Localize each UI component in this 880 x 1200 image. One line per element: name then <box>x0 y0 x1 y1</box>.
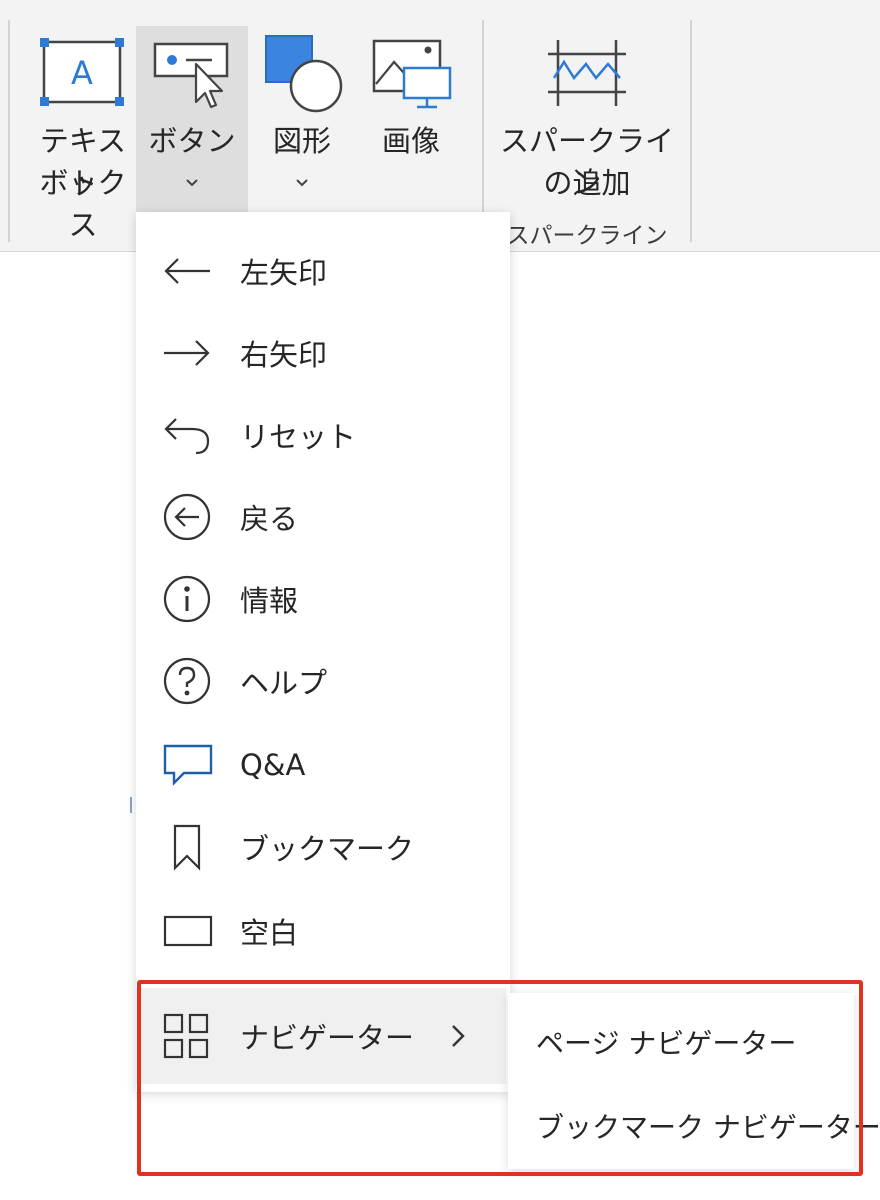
submenu-item-label: ブックマーク ナビゲーター <box>536 1111 880 1144</box>
image-icon <box>372 39 452 109</box>
add-sparkline-button[interactable]: スパークライン の追加 <box>498 26 676 212</box>
textbox-icon: A <box>40 38 124 106</box>
button-dropdown-button[interactable]: ボタン <box>136 26 248 212</box>
menu-item-info[interactable]: 情報 <box>136 558 510 640</box>
help-icon <box>163 657 211 705</box>
bookmark-icon <box>173 824 201 871</box>
menu-item-label: 左矢印 <box>240 256 328 290</box>
menu-item-qa[interactable]: Q&A <box>136 724 510 806</box>
menu-item-help[interactable]: ヘルプ <box>136 640 510 722</box>
submenu-item-bookmark-navigator[interactable]: ブックマーク ナビゲーター <box>508 1083 880 1169</box>
sparkline-icon <box>548 40 626 106</box>
textbox-label-line2: ボックス <box>39 166 127 242</box>
menu-item-label: 情報 <box>240 584 299 618</box>
sparkline-group-label: スパークライン <box>506 223 668 249</box>
chevron-right-icon <box>452 1025 465 1047</box>
menu-item-bookmark[interactable]: ブックマーク <box>136 806 510 888</box>
menu-item-reset[interactable]: リセット <box>136 394 510 476</box>
chevron-down-icon <box>296 179 308 187</box>
ribbon-separator <box>8 20 10 242</box>
menu-item-navigator[interactable]: ナビゲーター <box>136 988 506 1084</box>
shapes-label: 図形 <box>272 124 331 158</box>
blank-icon <box>163 915 213 947</box>
ribbon-separator <box>690 20 692 242</box>
menu-item-label: ナビゲーター <box>240 1021 415 1055</box>
navigator-submenu: ページ ナビゲーター ブックマーク ナビゲーター <box>508 993 880 1169</box>
navigator-grid-icon <box>163 1013 209 1059</box>
menu-item-label: 戻る <box>240 502 299 536</box>
button-label: ボタン <box>148 124 236 158</box>
ribbon-separator <box>482 20 484 242</box>
menu-item-blank[interactable]: 空白 <box>136 890 510 972</box>
menu-item-label: ブックマーク <box>240 832 415 866</box>
shapes-icon <box>265 35 343 113</box>
right-arrow-icon <box>164 340 210 366</box>
qa-icon <box>163 744 213 786</box>
menu-item-label: Q&A <box>240 748 306 782</box>
submenu-item-page-navigator[interactable]: ページ ナビゲーター <box>508 999 854 1085</box>
menu-item-label: ヘルプ <box>240 666 328 700</box>
back-circle-icon <box>163 493 211 541</box>
chevron-down-icon <box>186 179 198 187</box>
svg-text:A: A <box>71 54 93 92</box>
info-icon <box>163 575 211 623</box>
button-dropdown-menu: 左矢印 右矢印 リセット 戻る 情報 ヘルプ Q&A ブックマーク 空白 ナビゲ… <box>136 212 510 1092</box>
reset-icon <box>164 418 210 455</box>
menu-item-label: 空白 <box>240 916 299 950</box>
image-label: 画像 <box>381 124 440 158</box>
menu-item-right-arrow[interactable]: 右矢印 <box>136 312 510 394</box>
button-cursor-icon <box>153 42 229 109</box>
textbox-button[interactable]: A テキスト ボックス <box>28 26 138 242</box>
menu-item-back[interactable]: 戻る <box>136 476 510 558</box>
image-button[interactable]: 画像 <box>364 26 458 212</box>
menu-item-left-arrow[interactable]: 左矢印 <box>136 230 510 312</box>
left-arrow-icon <box>164 258 210 284</box>
shapes-button[interactable]: 図形 <box>256 26 348 212</box>
submenu-item-label: ページ ナビゲーター <box>536 1027 797 1060</box>
sparkline-label-line2: の追加 <box>543 166 631 200</box>
menu-item-label: リセット <box>240 420 357 454</box>
cell-edge-mark <box>130 797 132 813</box>
menu-item-label: 右矢印 <box>240 338 328 372</box>
